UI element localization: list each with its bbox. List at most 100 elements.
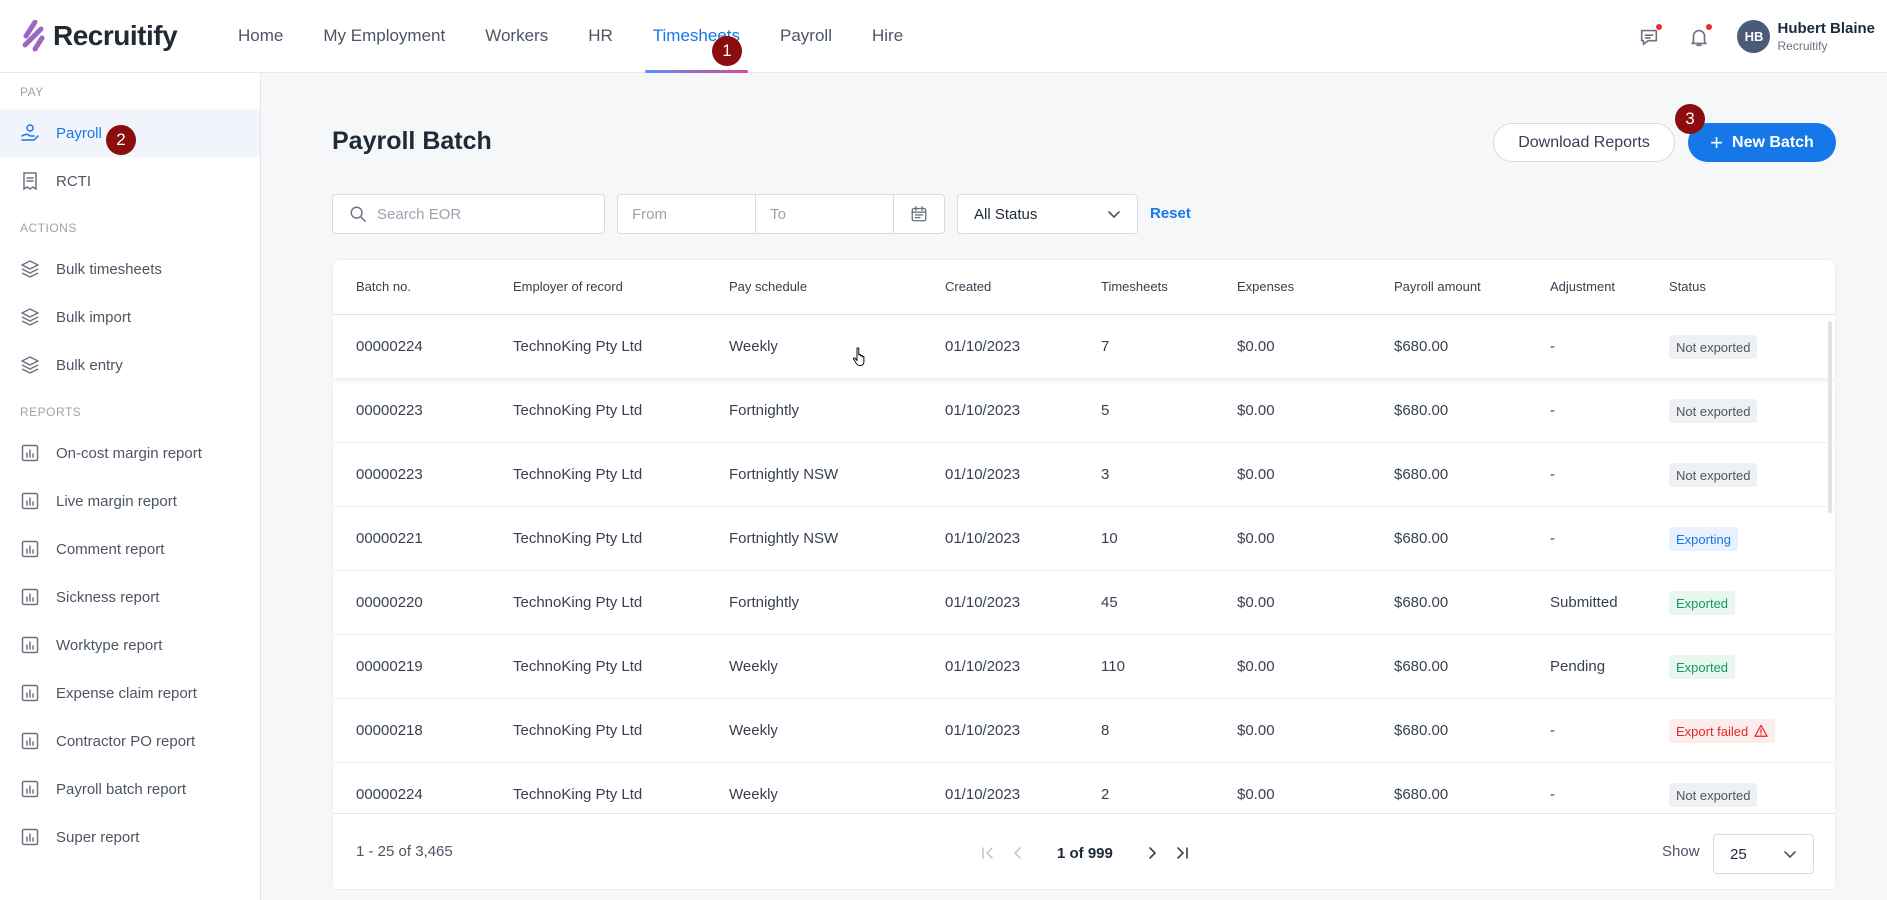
cell-payroll-amount: $680.00 — [1394, 786, 1449, 803]
user-menu[interactable]: Hubert Blaine Recruitify — [1777, 20, 1875, 53]
message-icon[interactable] — [1637, 22, 1664, 49]
table-row[interactable]: 00000221 TechnoKing Pty Ltd Fortnightly … — [333, 507, 1835, 571]
cell-pay-schedule: Weekly — [729, 722, 778, 739]
report-icon — [20, 779, 40, 799]
new-batch-button[interactable]: + New Batch — [1688, 123, 1836, 162]
section-title-reports: REPORTS — [20, 405, 82, 419]
table-scrollbar[interactable] — [1828, 321, 1832, 513]
avatar[interactable]: HB — [1737, 20, 1771, 53]
sidebar-item-comment-report[interactable]: Comment report — [0, 525, 260, 573]
last-page-icon[interactable] — [1167, 838, 1197, 868]
table-row[interactable]: 00000219 TechnoKing Pty Ltd Weekly 01/10… — [333, 635, 1835, 699]
to-date-input[interactable] — [770, 205, 881, 223]
date-range-picker[interactable] — [617, 194, 945, 234]
cell-payroll-amount: $680.00 — [1394, 338, 1449, 355]
cell-employer: TechnoKing Pty Ltd — [513, 594, 643, 611]
sidebar-item-label: Payroll — [56, 124, 102, 142]
sidebar-item-sickness-report[interactable]: Sickness report — [0, 573, 260, 621]
cell-timesheets: 5 — [1101, 402, 1110, 419]
sidebar-item-label: Live margin report — [56, 492, 177, 510]
bell-icon[interactable] — [1687, 22, 1714, 49]
payroll-batch-table: Batch no. Employer of record Pay schedul… — [332, 259, 1836, 890]
cell-payroll-amount: $680.00 — [1394, 466, 1449, 483]
col-expenses[interactable]: Expenses — [1237, 279, 1294, 294]
cell-adjustment: - — [1550, 786, 1555, 803]
cell-pay-schedule: Weekly — [729, 658, 778, 675]
user-name: Hubert Blaine — [1777, 20, 1875, 37]
sidebar-item-label: Comment report — [56, 540, 165, 558]
nav-timesheets[interactable]: Timesheets — [633, 0, 760, 73]
table-row[interactable]: 00000224 TechnoKing Pty Ltd Weekly 01/10… — [333, 315, 1835, 379]
cell-payroll-amount: $680.00 — [1394, 722, 1449, 739]
cell-employer: TechnoKing Pty Ltd — [513, 722, 643, 739]
sidebar-item-on-cost-margin-report[interactable]: On-cost margin report — [0, 429, 260, 477]
nav-my-employment[interactable]: My Employment — [303, 0, 465, 73]
sidebar-item-expense-claim-report[interactable]: Expense claim report — [0, 669, 260, 717]
cell-expenses: $0.00 — [1237, 722, 1275, 739]
first-page-icon[interactable] — [973, 838, 1003, 868]
search-input[interactable] — [377, 205, 577, 223]
sidebar-item-contractor-po-report[interactable]: Contractor PO report — [0, 717, 260, 765]
cell-timesheets: 7 — [1101, 338, 1110, 355]
sidebar-item-rcti[interactable]: RCTI — [0, 157, 260, 205]
hand-cursor-icon — [852, 347, 865, 366]
nav-hire[interactable]: Hire — [852, 0, 923, 73]
table-row[interactable]: 00000220 TechnoKing Pty Ltd Fortnightly … — [333, 571, 1835, 635]
cell-adjustment: Pending — [1550, 658, 1606, 675]
sidebar-item-bulk-timesheets[interactable]: Bulk timesheets — [0, 245, 260, 293]
cell-timesheets: 3 — [1101, 466, 1110, 483]
cell-batch-no: 00000224 — [356, 786, 423, 803]
table-row[interactable]: 00000223 TechnoKing Pty Ltd Fortnightly … — [333, 443, 1835, 507]
status-badge: Not exported — [1669, 399, 1758, 423]
cell-created: 01/10/2023 — [945, 338, 1021, 355]
status-select[interactable]: All Status — [957, 194, 1138, 234]
sidebar-item-payroll-batch-report[interactable]: Payroll batch report — [0, 765, 260, 813]
status-badge: Not exported — [1669, 335, 1758, 359]
status-badge: Exported — [1669, 655, 1736, 679]
col-payroll-amount[interactable]: Payroll amount — [1394, 279, 1481, 294]
reset-link[interactable]: Reset — [1150, 205, 1191, 222]
sidebar-item-bulk-entry[interactable]: Bulk entry — [0, 341, 260, 389]
cell-created: 01/10/2023 — [945, 722, 1021, 739]
col-batch-no[interactable]: Batch no. — [356, 279, 411, 294]
cell-batch-no: 00000223 — [356, 466, 423, 483]
calendar-icon[interactable] — [894, 195, 944, 233]
search-field[interactable] — [332, 194, 605, 234]
col-employer-of-record[interactable]: Employer of record — [513, 279, 623, 294]
table-row[interactable]: 00000218 TechnoKing Pty Ltd Weekly 01/10… — [333, 699, 1835, 763]
col-pay-schedule[interactable]: Pay schedule — [729, 279, 807, 294]
page-size-select[interactable]: 25 — [1713, 834, 1814, 874]
nav-home[interactable]: Home — [218, 0, 303, 73]
sidebar-item-label: On-cost margin report — [56, 444, 202, 462]
sidebar-item-label: Bulk import — [56, 308, 132, 326]
sidebar-item-worktype-report[interactable]: Worktype report — [0, 621, 260, 669]
cell-pay-schedule: Fortnightly — [729, 594, 800, 611]
receipt-icon — [20, 171, 40, 191]
col-adjustment[interactable]: Adjustment — [1550, 279, 1615, 294]
nav-hr[interactable]: HR — [568, 0, 633, 73]
col-timesheets[interactable]: Timesheets — [1101, 279, 1168, 294]
page-size-value: 25 — [1730, 845, 1747, 863]
table-row[interactable]: 00000223 TechnoKing Pty Ltd Fortnightly … — [333, 379, 1835, 443]
report-icon — [20, 443, 40, 463]
sidebar-item-super-report[interactable]: Super report — [0, 813, 260, 861]
download-reports-button[interactable]: Download Reports — [1493, 123, 1675, 162]
sidebar-item-bulk-import[interactable]: Bulk import — [0, 293, 260, 341]
prev-page-icon[interactable] — [1003, 838, 1033, 868]
sidebar-item-label: Payroll batch report — [56, 780, 187, 798]
cell-batch-no: 00000221 — [356, 530, 423, 547]
from-date-input[interactable] — [632, 205, 742, 223]
brand[interactable]: Recruitify — [19, 20, 218, 52]
col-created[interactable]: Created — [945, 279, 991, 294]
nav-payroll[interactable]: Payroll — [760, 0, 852, 73]
cell-batch-no: 00000219 — [356, 658, 423, 675]
report-icon — [20, 587, 40, 607]
sidebar-item-live-margin-report[interactable]: Live margin report — [0, 477, 260, 525]
bell-notification-dot — [1705, 22, 1714, 31]
nav-workers[interactable]: Workers — [465, 0, 568, 73]
cell-adjustment: - — [1550, 338, 1555, 355]
next-page-icon[interactable] — [1137, 838, 1167, 868]
col-status[interactable]: Status — [1669, 279, 1706, 294]
sidebar-item-label: Bulk timesheets — [56, 260, 162, 278]
cell-created: 01/10/2023 — [945, 594, 1021, 611]
